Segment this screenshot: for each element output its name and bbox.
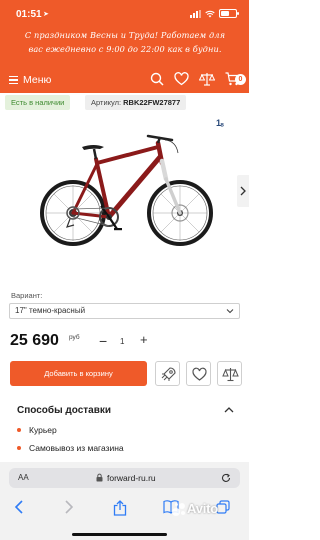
quick-buy-button[interactable]	[155, 361, 180, 386]
sku-badge: Артикул: RBK22FW27877	[85, 95, 187, 110]
battery-fill	[221, 11, 230, 16]
menu-button[interactable]: Меню	[9, 74, 51, 86]
status-indicators	[190, 9, 239, 18]
add-to-cart-button[interactable]: Добавить в корзину	[10, 361, 147, 386]
heart-icon[interactable]	[174, 72, 189, 86]
promo-line-2: вас ежедневно с 9:00 до 22:00 как в будн…	[28, 44, 222, 54]
reload-icon[interactable]	[221, 473, 231, 483]
chevron-right-icon	[240, 186, 246, 196]
product-image[interactable]: FORWARD	[0, 113, 249, 275]
add-to-favorites-button[interactable]	[186, 361, 211, 386]
wifi-icon	[205, 10, 215, 17]
delivery-option-label: Самовывоз из магазина	[29, 443, 124, 453]
promo-banner: С праздником Весны и Труда! Работаем для…	[6, 28, 244, 56]
gallery-next-button[interactable]	[237, 175, 249, 207]
status-bar: 01:51 ➤	[0, 0, 249, 28]
seat	[82, 145, 104, 160]
avito-watermark-text: Avito	[187, 501, 219, 516]
quantity-value[interactable]: 1	[120, 337, 124, 346]
search-icon[interactable]	[150, 72, 164, 86]
sku-label: Артикул:	[91, 98, 122, 107]
menu-label: Меню	[23, 74, 52, 86]
delivery-option: Самовывоз из магазина	[17, 443, 124, 453]
tabs-icon[interactable]	[216, 500, 230, 514]
cart-button[interactable]: 0	[225, 72, 246, 86]
back-icon[interactable]	[14, 500, 24, 514]
status-time: 01:51	[16, 9, 42, 20]
chevron-down-icon	[226, 309, 234, 314]
share-icon[interactable]	[113, 500, 127, 516]
image-badge: 1₈	[216, 118, 224, 128]
rocket-icon	[161, 367, 176, 381]
hamburger-icon	[9, 75, 18, 85]
quantity-decrease-button[interactable]: −	[99, 333, 107, 349]
variant-value: 17" темно-красный	[15, 306, 86, 315]
avito-watermark: Avito	[172, 501, 219, 517]
avito-logo-icon	[172, 503, 185, 517]
page: 01:51 ➤ С праздником Весны и Труда! Рабо…	[0, 0, 249, 540]
site-header: 01:51 ➤ С праздником Весны и Труда! Рабо…	[0, 0, 249, 93]
scales-icon[interactable]	[199, 72, 215, 86]
quantity-increase-button[interactable]: +	[140, 332, 148, 347]
address-url[interactable]: forward-ru.ru	[107, 473, 156, 483]
price-currency: руб	[69, 334, 80, 341]
address-bar[interactable]: AA forward-ru.ru	[9, 468, 240, 488]
variant-select[interactable]: 17" темно-красный	[9, 303, 240, 319]
product-price: 25 690	[10, 332, 59, 349]
home-indicator	[72, 533, 167, 536]
add-to-compare-button[interactable]	[217, 361, 242, 386]
promo-line-1: С праздником Весны и Труда! Работаем для	[24, 30, 226, 40]
stock-status-badge: Есть в наличии	[5, 95, 71, 110]
heart-icon	[192, 367, 207, 381]
chevron-up-icon[interactable]	[224, 406, 234, 414]
bullet-icon	[17, 427, 21, 432]
signal-icon	[190, 9, 201, 18]
delivery-option-label: Курьер	[29, 425, 57, 435]
cart-count-badge: 0	[235, 74, 246, 85]
header-actions: 0	[150, 72, 246, 86]
sku-value: RBK22FW27877	[123, 98, 181, 107]
battery-icon	[219, 9, 239, 18]
variant-label: Вариант:	[11, 291, 43, 300]
reader-settings-button[interactable]: AA	[18, 473, 29, 482]
delivery-section-title[interactable]: Способы доставки	[17, 405, 111, 416]
product-badges: Есть в наличии Артикул: RBK22FW27877	[5, 95, 245, 111]
delivery-option: Курьер	[17, 425, 57, 435]
location-arrow-icon: ➤	[43, 11, 49, 18]
lock-icon	[96, 473, 103, 482]
quantity-stepper: − 1 +	[93, 330, 155, 354]
scales-icon	[222, 368, 239, 382]
bullet-icon	[17, 445, 21, 450]
navbar: Меню 0	[0, 70, 249, 93]
forward-icon[interactable]	[64, 500, 74, 514]
